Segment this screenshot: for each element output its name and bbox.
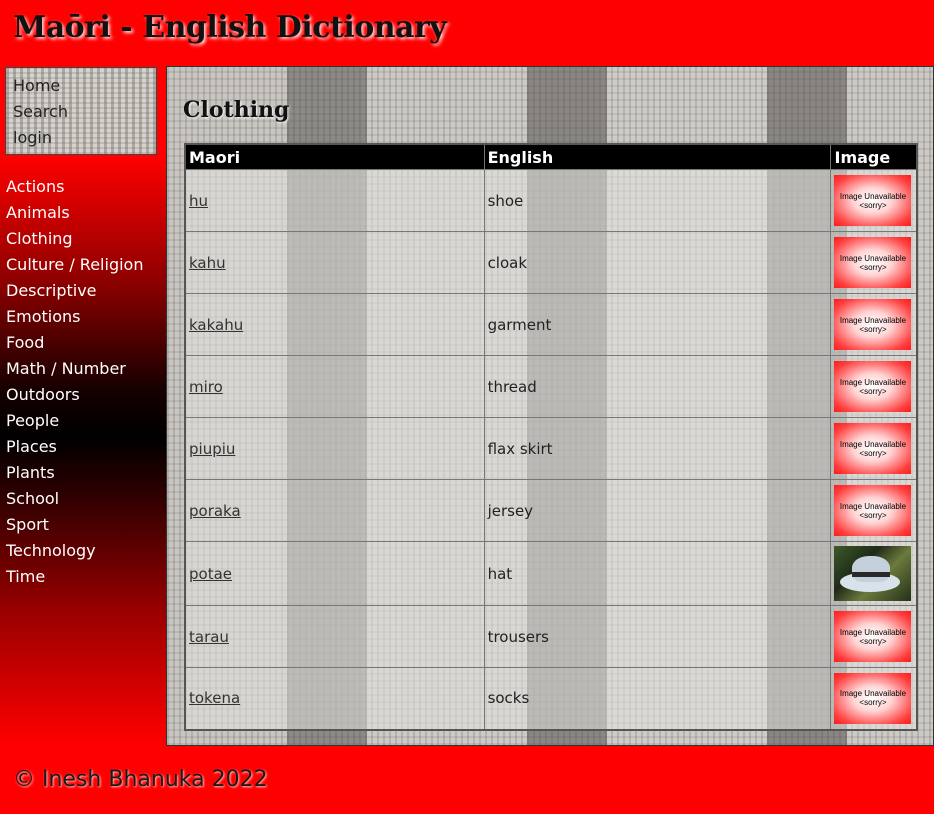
image-unavailable-placeholder: Image Unavailable <sorry> — [834, 485, 912, 536]
column-header-maori: Maori — [184, 143, 485, 170]
maori-word-link[interactable]: kahu — [189, 254, 226, 272]
site-title: Maōri - English Dictionary — [13, 10, 447, 45]
category-link-sport[interactable]: Sport — [6, 515, 49, 534]
image-cell: Image Unavailable <sorry> — [830, 605, 918, 668]
maori-cell: miro — [184, 355, 485, 418]
image-cell: Image Unavailable <sorry> — [830, 169, 918, 232]
category-link-emotions[interactable]: Emotions — [6, 307, 80, 326]
table-row: tarau trousers Image Unavailable <sorry> — [184, 605, 918, 668]
english-cell: trousers — [483, 605, 832, 668]
category-link-descriptive[interactable]: Descriptive — [6, 281, 97, 300]
main-content: Clothing Maori English Image hu shoe Image… — [166, 66, 934, 746]
english-cell: jersey — [483, 479, 832, 542]
image-unavailable-text: Image Unavailable <sorry> — [839, 377, 907, 396]
english-cell: hat — [483, 541, 832, 606]
image-unavailable-text: Image Unavailable <sorry> — [839, 501, 907, 520]
maori-word-link[interactable]: tokena — [189, 689, 240, 707]
category-link-places[interactable]: Places — [6, 437, 57, 456]
footer-copyright: © Inesh Bhanuka 2022 — [13, 767, 268, 792]
english-cell: socks — [483, 667, 832, 730]
category-link-math-number[interactable]: Math / Number — [6, 359, 126, 378]
table-row: tokena socks Image Unavailable <sorry> — [184, 667, 918, 730]
category-link-people[interactable]: People — [6, 411, 59, 430]
category-link-school[interactable]: School — [6, 489, 59, 508]
maori-cell: kahu — [184, 231, 485, 294]
category-link-time[interactable]: Time — [6, 567, 45, 586]
maori-cell: kakahu — [184, 293, 485, 356]
site-header: Maōri - English Dictionary — [0, 0, 934, 66]
image-unavailable-text: Image Unavailable <sorry> — [839, 439, 907, 458]
hat-photo — [834, 546, 912, 601]
image-cell — [830, 541, 918, 606]
nav-login-link[interactable]: login — [13, 128, 52, 147]
category-link-actions[interactable]: Actions — [6, 177, 64, 196]
table-row: potae hat — [184, 541, 918, 606]
english-cell: thread — [483, 355, 832, 418]
image-unavailable-placeholder: Image Unavailable <sorry> — [834, 672, 912, 724]
image-cell: Image Unavailable <sorry> — [830, 417, 918, 480]
column-header-image: Image — [830, 143, 918, 170]
hat-crown — [852, 556, 891, 582]
image-unavailable-text: Image Unavailable <sorry> — [839, 315, 907, 334]
image-unavailable-text: Image Unavailable <sorry> — [839, 627, 907, 646]
maori-word-link[interactable]: piupiu — [189, 440, 235, 458]
category-link-outdoors[interactable]: Outdoors — [6, 385, 80, 404]
maori-cell: tarau — [184, 605, 485, 668]
image-unavailable-placeholder: Image Unavailable <sorry> — [834, 611, 912, 662]
category-link-plants[interactable]: Plants — [6, 463, 55, 482]
top-nav-box: Home Search login — [5, 67, 157, 155]
category-link-clothing[interactable]: Clothing — [6, 229, 73, 248]
nav-search-link[interactable]: Search — [13, 102, 68, 121]
hat-band — [852, 572, 891, 577]
image-cell: Image Unavailable <sorry> — [830, 293, 918, 356]
image-cell: Image Unavailable <sorry> — [830, 355, 918, 418]
maori-word-link[interactable]: miro — [189, 378, 223, 396]
table-row: hu shoe Image Unavailable <sorry> — [184, 169, 918, 232]
english-cell: shoe — [483, 169, 832, 232]
category-sidebar: Actions Animals Clothing Culture / Relig… — [0, 155, 166, 745]
maori-cell: piupiu — [184, 417, 485, 480]
image-unavailable-placeholder: Image Unavailable <sorry> — [834, 423, 912, 474]
table-row: miro thread Image Unavailable <sorry> — [184, 355, 918, 418]
maori-word-link[interactable]: tarau — [189, 628, 229, 646]
table-row: piupiu flax skirt Image Unavailable <sorry… — [184, 417, 918, 480]
category-link-food[interactable]: Food — [6, 333, 44, 352]
image-unavailable-text: Image Unavailable <sorry> — [839, 191, 907, 210]
maori-word-link[interactable]: kakahu — [189, 316, 243, 334]
category-link-culture-religion[interactable]: Culture / Religion — [6, 255, 143, 274]
english-cell: cloak — [483, 231, 832, 294]
table-row: poraka jersey Image Unavailable <sorry> — [184, 479, 918, 542]
image-unavailable-text: Image Unavailable <sorry> — [839, 253, 907, 272]
table-row: kahu cloak Image Unavailable <sorry> — [184, 231, 918, 294]
table-row: kakahu garment Image Unavailable <sorry> — [184, 293, 918, 356]
image-unavailable-placeholder: Image Unavailable <sorry> — [834, 237, 912, 288]
image-cell: Image Unavailable <sorry> — [830, 231, 918, 294]
maori-cell: tokena — [184, 667, 485, 730]
image-cell: Image Unavailable <sorry> — [830, 479, 918, 542]
image-unavailable-text: Image Unavailable <sorry> — [839, 689, 907, 708]
table-header-row: Maori English Image — [184, 143, 918, 170]
nav-home-link[interactable]: Home — [13, 76, 60, 95]
word-table: Maori English Image hu shoe Image Unavaila… — [184, 143, 918, 731]
maori-cell: hu — [184, 169, 485, 232]
maori-word-link[interactable]: potae — [189, 565, 232, 583]
maori-cell: poraka — [184, 479, 485, 542]
english-cell: garment — [483, 293, 832, 356]
image-unavailable-placeholder: Image Unavailable <sorry> — [834, 175, 912, 226]
image-unavailable-placeholder: Image Unavailable <sorry> — [834, 361, 912, 412]
image-cell: Image Unavailable <sorry> — [830, 667, 918, 730]
image-unavailable-placeholder: Image Unavailable <sorry> — [834, 299, 912, 350]
column-header-english: English — [483, 143, 832, 170]
maori-word-link[interactable]: poraka — [189, 502, 241, 520]
maori-word-link[interactable]: hu — [189, 192, 208, 210]
maori-cell: potae — [184, 541, 485, 606]
word-rows: hu shoe Image Unavailable <sorry> kahu cloak… — [184, 169, 918, 730]
category-link-animals[interactable]: Animals — [6, 203, 70, 222]
category-link-technology[interactable]: Technology — [6, 541, 96, 560]
category-heading: Clothing — [183, 97, 290, 123]
english-cell: flax skirt — [483, 417, 832, 480]
